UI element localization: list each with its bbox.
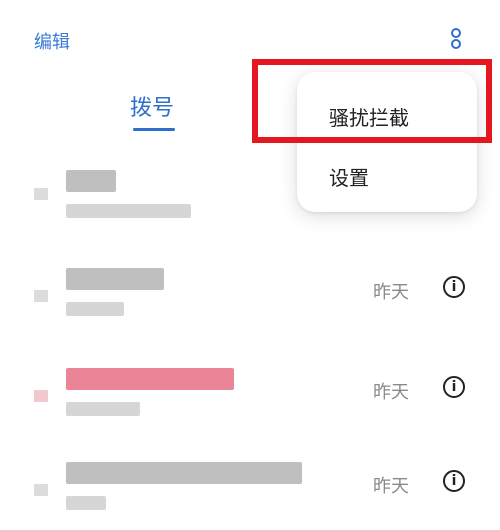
contact-name-blurred	[66, 462, 302, 484]
edit-button[interactable]: 编辑	[34, 28, 70, 54]
tab-dialer[interactable]: 拨号	[130, 90, 174, 122]
call-time: 昨天	[373, 476, 409, 497]
contact-avatar	[34, 484, 48, 496]
more-options-button[interactable]	[445, 26, 467, 52]
menu-item-settings[interactable]: 设置	[329, 162, 369, 191]
call-time: 昨天	[373, 382, 409, 403]
contact-name-blurred	[66, 268, 164, 290]
tab-indicator	[133, 128, 175, 131]
contact-name-blurred	[66, 368, 234, 390]
info-icon[interactable]: i	[443, 470, 465, 492]
info-icon[interactable]: i	[443, 276, 465, 298]
contact-avatar	[34, 290, 48, 302]
contact-name-blurred	[66, 170, 116, 192]
info-icon[interactable]: i	[443, 376, 465, 398]
more-vertical-icon-dot	[451, 39, 461, 49]
contact-avatar	[34, 188, 48, 200]
contact-number-blurred	[66, 204, 191, 218]
contact-avatar	[34, 390, 48, 402]
contact-number-blurred	[66, 496, 106, 510]
call-log-row[interactable]: 昨天 i	[0, 460, 500, 530]
call-log-row[interactable]: 昨天 i	[0, 366, 500, 436]
call-time: 昨天	[373, 282, 409, 303]
call-log-row[interactable]: 昨天 i	[0, 266, 500, 336]
highlight-box	[252, 59, 492, 143]
more-vertical-icon	[451, 28, 461, 38]
contact-number-blurred	[66, 302, 124, 316]
contact-number-blurred	[66, 402, 140, 416]
